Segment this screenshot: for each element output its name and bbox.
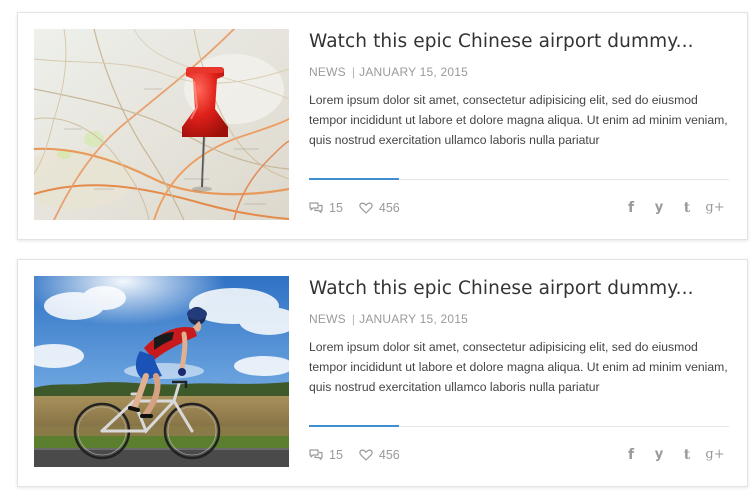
meta-separator: | (351, 312, 356, 326)
post-meta: NEWS | JANUARY 15, 2015 (309, 64, 729, 80)
divider (309, 178, 729, 180)
facebook-icon[interactable]: f (617, 446, 645, 464)
post-date: JANUARY 15, 2015 (359, 65, 468, 79)
comments-stat[interactable]: 15 (309, 447, 343, 463)
heart-icon (359, 449, 373, 461)
google-plus-icon[interactable]: g+ (701, 446, 729, 464)
google-plus-icon[interactable]: g+ (701, 199, 729, 217)
post-body: Watch this epic Chinese airport dummy...… (309, 276, 729, 463)
post-excerpt: Lorem ipsum dolor sit amet, consectetur … (309, 340, 728, 394)
post-thumbnail-cyclist[interactable] (34, 276, 289, 467)
tumblr-icon[interactable]: t (673, 199, 701, 217)
comments-count: 15 (329, 448, 343, 462)
post-thumbnail-map[interactable] (34, 29, 289, 220)
post-date: JANUARY 15, 2015 (359, 312, 468, 326)
social-share: f y t g+ (617, 199, 729, 217)
post-body: Watch this epic Chinese airport dummy...… (309, 29, 729, 216)
facebook-icon[interactable]: f (617, 199, 645, 217)
twitter-icon[interactable]: y (645, 446, 673, 464)
comments-icon (309, 449, 323, 461)
post-meta: NEWS | JANUARY 15, 2015 (309, 311, 729, 327)
post-card: Watch this epic Chinese airport dummy...… (17, 259, 748, 487)
comments-stat[interactable]: 15 (309, 200, 343, 216)
divider-accent (309, 178, 399, 180)
divider-accent (309, 425, 399, 427)
heart-icon (359, 202, 373, 214)
twitter-icon[interactable]: y (645, 199, 673, 217)
likes-stat[interactable]: 456 (359, 200, 400, 216)
divider (309, 425, 729, 427)
post-category[interactable]: NEWS (309, 312, 346, 326)
post-stats: 15 456 (309, 200, 416, 216)
likes-count: 456 (378, 448, 400, 462)
post-category[interactable]: NEWS (309, 65, 346, 79)
meta-separator: | (351, 65, 356, 79)
cyclist-image (34, 276, 289, 467)
post-stats: 15 456 (309, 447, 416, 463)
likes-stat[interactable]: 456 (359, 447, 400, 463)
tumblr-icon[interactable]: t (673, 446, 701, 464)
comments-count: 15 (329, 201, 343, 215)
post-excerpt: Lorem ipsum dolor sit amet, consectetur … (309, 93, 728, 147)
likes-count: 456 (378, 201, 400, 215)
post-title[interactable]: Watch this epic Chinese airport dummy... (309, 276, 729, 302)
post-title[interactable]: Watch this epic Chinese airport dummy... (309, 29, 729, 55)
post-card: Watch this epic Chinese airport dummy...… (17, 12, 748, 240)
comments-icon (309, 202, 323, 214)
social-share: f y t g+ (617, 446, 729, 464)
map-pushpin-image (34, 29, 289, 220)
